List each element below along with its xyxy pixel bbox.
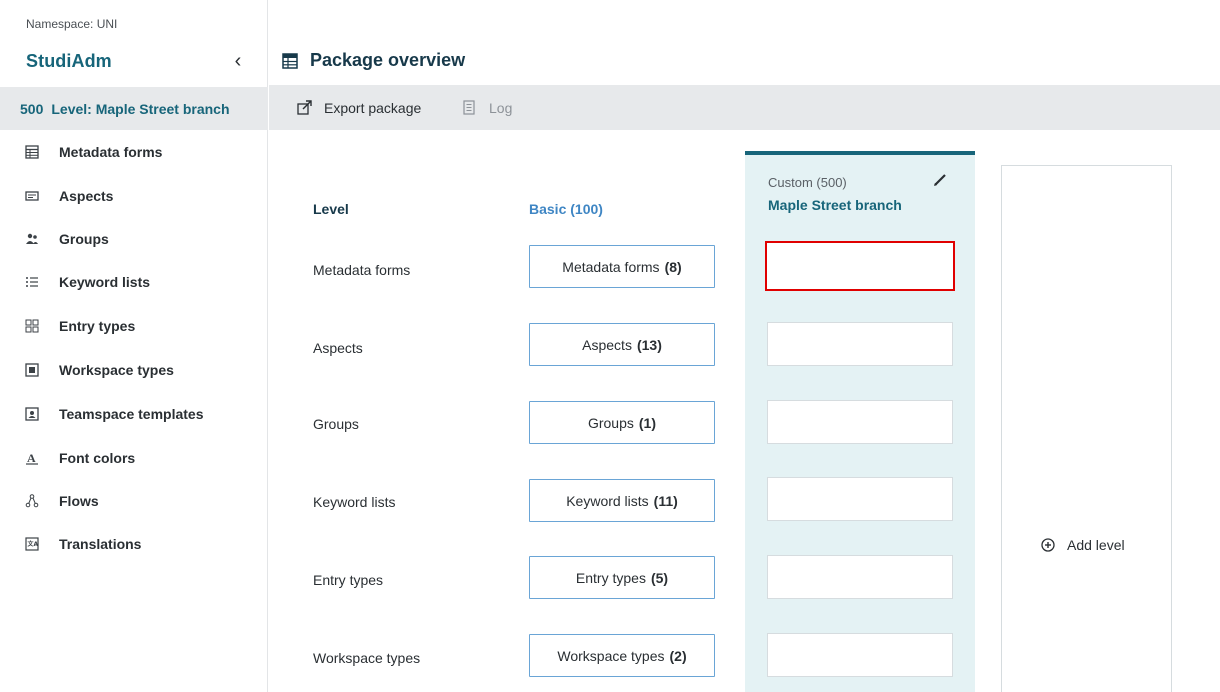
level-label: Level: Maple Street branch [51, 100, 230, 117]
sidebar-item-label: Aspects [59, 188, 114, 204]
count: (8) [664, 258, 682, 275]
custom-groups-cell[interactable] [767, 400, 953, 444]
sidebar-item-font-colors[interactable]: A Font colors [0, 436, 268, 480]
sidebar-item-label: Font colors [59, 450, 136, 466]
app-title[interactable]: StudiAdm [26, 51, 112, 72]
basic-metadata-forms-button[interactable]: Metadata forms (8) [529, 245, 715, 288]
button-label: Workspace types [557, 647, 665, 664]
sidebar-item-flows[interactable]: Flows [0, 479, 268, 523]
workspace-icon [25, 363, 39, 377]
custom-level-name: Maple Street branch [768, 197, 902, 213]
count: (11) [653, 492, 678, 509]
row-label-entry-types: Entry types [313, 572, 384, 588]
entry-types-icon [25, 319, 39, 333]
button-label: Metadata forms [562, 258, 660, 275]
export-package-label: Export package [324, 99, 422, 116]
button-label: Keyword lists [566, 492, 649, 509]
add-level-column[interactable] [1001, 165, 1172, 692]
sidebar-item-entry-types[interactable]: Entry types [0, 304, 268, 348]
teamspace-icon [25, 407, 39, 421]
button-label: Aspects [582, 336, 632, 353]
sidebar-item-label: Workspace types [59, 362, 174, 378]
export-package-button[interactable]: Export package [297, 85, 421, 130]
add-level-label: Add level [1067, 537, 1125, 553]
count: (1) [638, 414, 657, 431]
external-link-icon [297, 100, 312, 115]
toolbar: Export package Log [269, 85, 1220, 130]
basic-column-header[interactable]: Basic (100) [529, 201, 603, 217]
custom-metadata-forms-cell[interactable] [765, 241, 955, 291]
sidebar-item-label: Metadata forms [59, 144, 163, 160]
sidebar-item-workspace-types[interactable]: Workspace types [0, 348, 268, 392]
row-label-groups: Groups [313, 416, 359, 432]
level-number: 500 [20, 100, 44, 117]
flows-icon [25, 494, 39, 508]
sidebar: Namespace: UNI StudiAdm ‹ 500 Level: Map… [0, 0, 268, 692]
count: (13) [636, 336, 662, 353]
table-icon [282, 52, 298, 69]
count: (2) [669, 647, 687, 664]
edit-pencil-icon[interactable] [932, 172, 948, 188]
groups-icon [25, 232, 39, 246]
custom-keyword-lists-cell[interactable] [767, 477, 953, 521]
log-label: Log [489, 99, 513, 116]
basic-keyword-lists-button[interactable]: Keyword lists (11) [529, 479, 715, 522]
log-icon [463, 100, 475, 115]
sidebar-item-label: Entry types [59, 318, 136, 334]
button-label: Groups [587, 414, 634, 431]
sidebar-item-keyword-lists[interactable]: Keyword lists [0, 260, 268, 304]
table-icon [25, 145, 39, 159]
page-title: Package overview [310, 50, 466, 70]
sidebar-item-label: Flows [59, 493, 99, 509]
level-column-header: Level [313, 201, 349, 217]
row-label-aspects: Aspects [313, 340, 363, 356]
log-button[interactable]: Log [462, 85, 512, 130]
sidebar-item-label: Teamspace templates [59, 406, 204, 422]
font-color-icon: A [25, 451, 39, 465]
custom-workspace-types-cell[interactable] [767, 633, 953, 677]
plus-circle-icon [1041, 538, 1055, 552]
row-label-keyword-lists: Keyword lists [313, 494, 396, 510]
basic-entry-types-button[interactable]: Entry types (5) [529, 556, 715, 599]
sidebar-item-label: Translations [59, 536, 142, 552]
button-label: Entry types [575, 569, 646, 586]
custom-level-subtitle: Custom (500) [768, 175, 847, 190]
row-label-metadata-forms: Metadata forms [313, 262, 411, 278]
count: (5) [650, 569, 669, 586]
svg-text:文A: 文A [27, 540, 39, 548]
svg-text:A: A [27, 451, 36, 465]
sidebar-level-item[interactable]: 500 Level: Maple Street branch [0, 87, 268, 130]
sidebar-item-groups[interactable]: Groups [0, 217, 268, 261]
row-label-workspace-types: Workspace types [313, 650, 421, 666]
custom-aspects-cell[interactable] [767, 322, 953, 366]
list-icon [25, 275, 39, 289]
basic-workspace-types-button[interactable]: Workspace types (2) [529, 634, 715, 677]
sidebar-item-translations[interactable]: 文A Translations [0, 522, 268, 566]
basic-groups-button[interactable]: Groups (1) [529, 401, 715, 444]
sidebar-item-label: Keyword lists [59, 274, 151, 290]
add-level-button[interactable]: Add level [1041, 537, 1125, 553]
aspects-icon [25, 189, 39, 203]
page-header: Package overview [282, 50, 465, 71]
basic-aspects-button[interactable]: Aspects (13) [529, 323, 715, 366]
sidebar-item-metadata-forms[interactable]: Metadata forms [0, 130, 268, 174]
sidebar-item-aspects[interactable]: Aspects [0, 174, 268, 218]
custom-entry-types-cell[interactable] [767, 555, 953, 599]
sidebar-item-label: Groups [59, 231, 109, 247]
collapse-sidebar-icon[interactable]: ‹ [230, 50, 246, 72]
sidebar-item-teamspace-templates[interactable]: Teamspace templates [0, 392, 268, 436]
translations-icon: 文A [25, 537, 39, 551]
namespace-label: Namespace: UNI [26, 17, 118, 31]
